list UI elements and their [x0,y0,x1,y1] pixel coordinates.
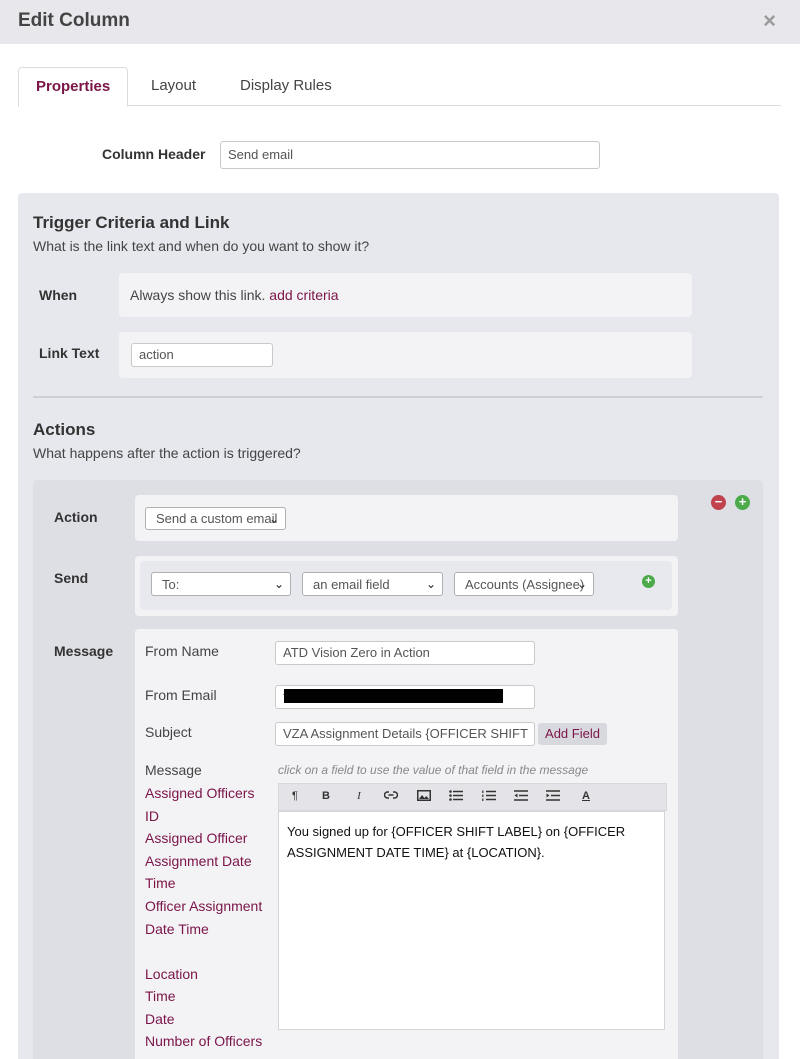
field-link-assigned-officer-date-time[interactable]: Assigned Officer Assignment Date Time [145,827,270,895]
column-header-input[interactable]: Send email [220,141,600,169]
image-icon[interactable] [416,790,432,804]
text-color-icon[interactable]: A [578,790,594,802]
message-editor[interactable]: You signed up for {OFFICER SHIFT LABEL} … [278,811,665,1030]
remove-action-icon[interactable]: − [711,495,726,510]
field-link-number-of-officers[interactable]: Number of Officers Assigned [145,1030,270,1059]
trigger-section-subtitle: What is the link text and when do you wa… [33,238,370,254]
editor-toolbar: ¶ B I A [278,783,667,811]
add-field-button[interactable]: Add Field [538,723,607,745]
message-body-label: Message [145,762,202,778]
message-label: Message [54,643,114,659]
actions-section-title: Actions [33,420,96,439]
column-header-label: Column Header [102,146,206,162]
from-email-label: From Email [145,687,217,703]
trigger-section-title: Trigger Criteria and Link [33,213,230,232]
add-action-icon[interactable]: + [735,495,750,510]
field-link-time[interactable]: Time [145,985,270,1008]
send-field-value: Accounts (Assignee) [465,577,585,592]
link-icon[interactable] [383,790,399,803]
field-link-date[interactable]: Date [145,1008,270,1031]
field-link-location[interactable]: Location [145,963,270,986]
modal-header: Edit Column × [0,0,800,44]
action-select[interactable]: Send a custom email ⌄ [145,507,286,530]
close-icon[interactable]: × [763,8,776,34]
modal-title: Edit Column [18,10,130,31]
actions-section-subtitle: What happens after the action is trigger… [33,445,301,461]
link-text-input[interactable]: action [131,343,273,367]
outdent-icon[interactable] [513,790,529,804]
paragraph-icon[interactable]: ¶ [287,790,303,802]
add-criteria-link[interactable]: add criteria [269,287,338,303]
indent-icon[interactable] [545,790,561,804]
send-field-select[interactable]: Accounts (Assignee) ⌄ [454,572,594,596]
when-box: Always show this link. add criteria [119,273,692,317]
chevron-down-icon: ⌄ [268,512,279,526]
from-name-input[interactable]: ATD Vision Zero in Action [275,641,535,665]
chevron-down-icon: ⌄ [425,577,436,591]
italic-icon[interactable]: I [351,790,367,802]
tab-properties[interactable]: Properties [18,67,129,107]
numbered-list-icon[interactable] [481,790,497,804]
send-to-value: To: [162,577,180,592]
when-text: Always show this link. [130,287,266,303]
tab-layout[interactable]: Layout [134,67,213,106]
send-type-select[interactable]: an email field ⌄ [302,572,443,596]
add-recipient-icon[interactable]: + [642,575,655,588]
subject-label: Subject [145,724,192,740]
send-to-select[interactable]: To: ⌄ [151,572,291,596]
link-text-label: Link Text [39,345,100,361]
action-label: Action [54,509,98,525]
field-link-officer-date-time[interactable]: Officer Assignment Date Time [145,895,270,940]
chevron-down-icon: ⌄ [273,577,284,591]
when-label: When [39,287,78,303]
from-name-label: From Name [145,643,219,659]
section-divider [33,396,763,398]
send-type-value: an email field [313,577,390,592]
tab-bar: Properties Layout Display Rules [18,67,781,107]
bullet-list-icon[interactable] [448,790,464,804]
tab-display-rules[interactable]: Display Rules [223,67,349,106]
subject-input[interactable]: VZA Assignment Details {OFFICER SHIFT [275,722,535,746]
send-label: Send [54,570,89,586]
field-hint: click on a field to use the value of tha… [278,763,589,777]
action-select-value: Send a custom email [156,511,278,526]
bold-icon[interactable]: B [318,790,334,802]
redacted-email [284,689,503,703]
chevron-down-icon: ⌄ [576,577,587,591]
field-link-assigned-officers-id[interactable]: Assigned Officers ID [145,782,270,827]
